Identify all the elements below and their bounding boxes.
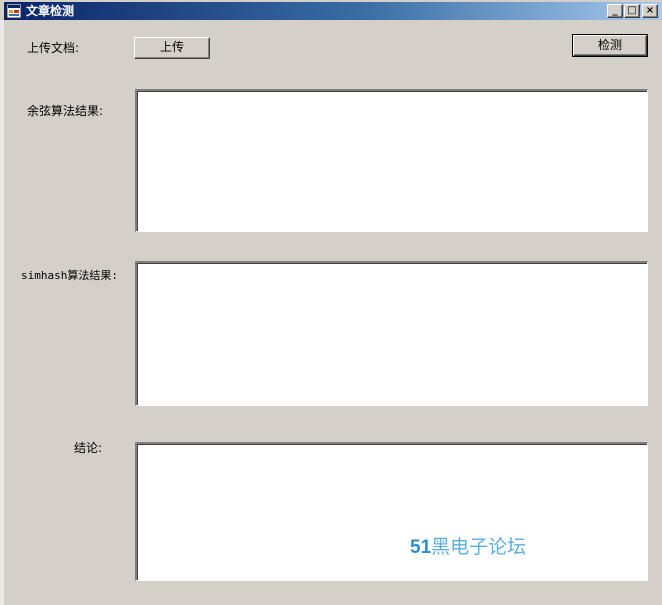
simhash-result-label: simhash算法结果: [21,269,118,282]
background-strip [0,20,4,605]
maximize-button[interactable]: □ [624,4,640,18]
app-icon [7,4,21,18]
window-title: 文章检测 [26,4,75,18]
close-button[interactable]: × [642,4,658,18]
watermark: 51黑电子论坛 [410,536,526,559]
conclusion-label: 结论: [74,441,103,455]
main-window: 文章检测 _ □ × 上传文档: 上传 检测 余弦算法结果: simhash算法… [0,0,662,605]
title-bar[interactable]: 文章检测 _ □ × [4,2,662,20]
minimize-icon: _ [612,5,618,16]
upload-button[interactable]: 上传 [134,37,210,59]
detect-button[interactable]: 检测 [572,34,648,57]
close-icon: × [645,5,655,16]
watermark-text: 黑电子论坛 [431,536,527,558]
watermark-number: 51 [410,537,432,558]
maximize-icon: □ [627,5,637,16]
upload-label: 上传文档: [27,41,80,55]
conclusion-textbox[interactable] [135,442,648,581]
simhash-result-textbox[interactable] [135,261,648,406]
cosine-result-label: 余弦算法结果: [27,104,104,118]
minimize-button[interactable]: _ [607,4,623,18]
cosine-result-textbox[interactable] [135,89,648,232]
